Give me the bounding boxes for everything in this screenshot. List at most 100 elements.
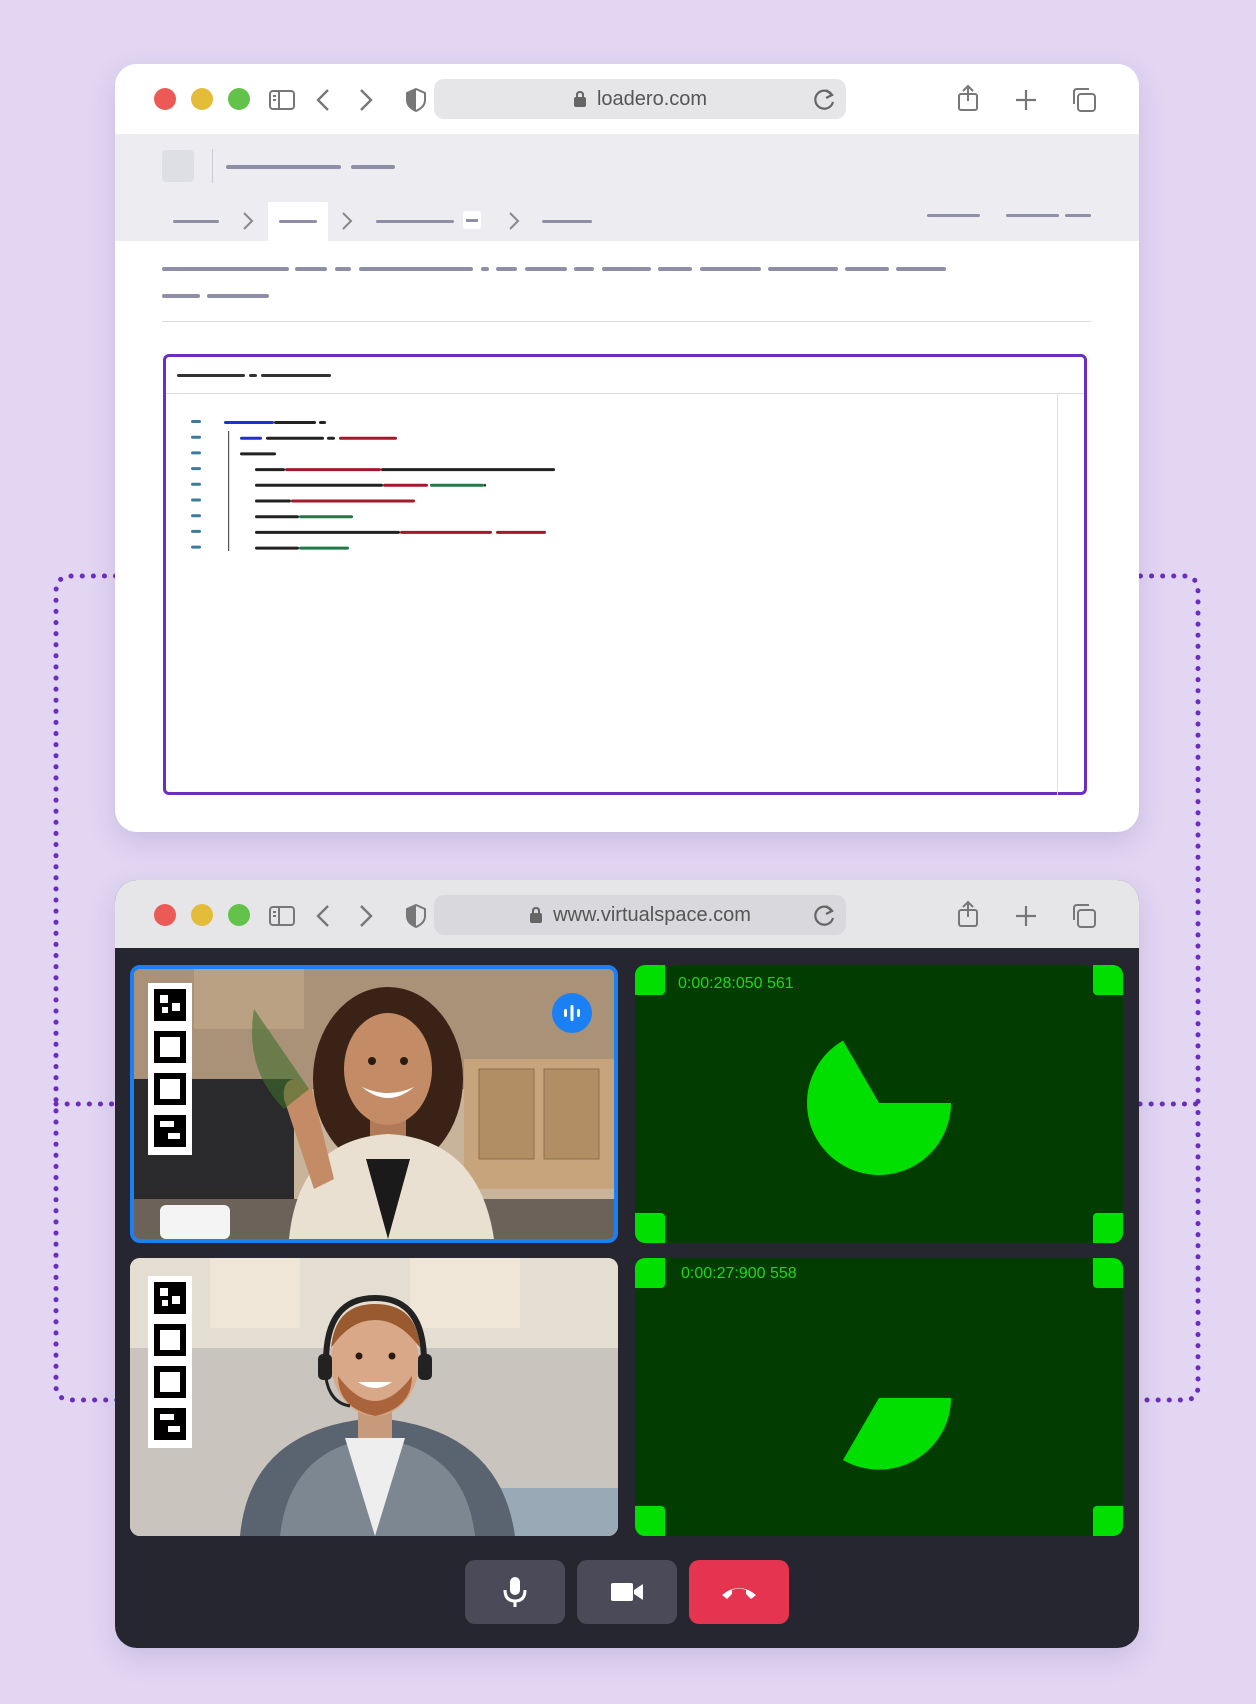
code-token bbox=[224, 421, 274, 424]
editor-scrollbar-divider bbox=[1057, 393, 1058, 795]
lock-icon bbox=[530, 906, 543, 923]
code-token bbox=[255, 546, 299, 550]
line-number bbox=[191, 514, 201, 518]
sidebar-icon[interactable] bbox=[268, 902, 296, 930]
header-link[interactable] bbox=[1065, 214, 1091, 217]
code-token bbox=[299, 515, 353, 519]
minimize-window-button[interactable] bbox=[191, 88, 213, 110]
code-token bbox=[240, 452, 276, 456]
line-number bbox=[191, 420, 201, 423]
close-window-button[interactable] bbox=[154, 88, 176, 110]
timer-tile-1[interactable]: 0:00:28:050 561 bbox=[635, 965, 1123, 1243]
code-token bbox=[255, 499, 291, 503]
section-divider bbox=[162, 321, 1091, 322]
line-number bbox=[191, 451, 201, 455]
close-window-button[interactable] bbox=[154, 904, 176, 926]
code-token bbox=[291, 499, 415, 503]
lock-icon bbox=[573, 90, 586, 107]
code-token bbox=[299, 546, 349, 550]
address-bar[interactable]: www.virtualspace.com bbox=[434, 895, 846, 935]
reload-icon[interactable] bbox=[812, 901, 838, 929]
timer-pie-graphic bbox=[807, 1040, 951, 1175]
line-number bbox=[191, 467, 201, 471]
timer-tile-2[interactable]: 0:00:27:900 558 bbox=[635, 1258, 1123, 1536]
camera-button[interactable] bbox=[577, 1560, 677, 1624]
code-token bbox=[400, 530, 492, 534]
browser-toolbar: www.virtualspace.com bbox=[115, 880, 1139, 948]
minimize-window-button[interactable] bbox=[191, 904, 213, 926]
code-editor[interactable] bbox=[163, 354, 1087, 795]
new-tab-icon[interactable] bbox=[1012, 86, 1040, 114]
qr-tracker-marker bbox=[148, 983, 192, 1155]
breadcrumb-item[interactable] bbox=[376, 220, 454, 223]
header-link[interactable] bbox=[1006, 214, 1059, 217]
participant-video-image bbox=[130, 1258, 618, 1536]
address-bar[interactable]: loadero.com bbox=[434, 79, 846, 119]
line-number bbox=[191, 498, 201, 502]
tabs-overview-icon[interactable] bbox=[1070, 902, 1098, 930]
microphone-button[interactable] bbox=[465, 1560, 565, 1624]
timer-pie-graphic bbox=[843, 1398, 951, 1470]
code-token bbox=[319, 421, 326, 424]
code-token bbox=[285, 468, 381, 472]
chevron-right-icon bbox=[243, 212, 254, 230]
code-token bbox=[255, 483, 383, 487]
new-tab-icon[interactable] bbox=[1012, 902, 1040, 930]
browser-toolbar: loadero.com bbox=[115, 64, 1139, 134]
code-token bbox=[327, 436, 335, 440]
code-token bbox=[381, 468, 555, 472]
url-text: www.virtualspace.com bbox=[553, 903, 751, 926]
breadcrumb-item[interactable] bbox=[279, 220, 317, 223]
line-number bbox=[191, 482, 201, 486]
header-link[interactable] bbox=[927, 214, 980, 217]
virtualspace-browser-window: www.virtualspace.com 0:00:28:050 561 0:0… bbox=[115, 880, 1139, 1648]
share-icon[interactable] bbox=[954, 900, 982, 928]
participant-1-video-tile[interactable] bbox=[130, 965, 618, 1243]
forward-icon[interactable] bbox=[351, 902, 379, 930]
hang-up-button[interactable] bbox=[689, 1560, 789, 1624]
back-icon[interactable] bbox=[310, 86, 338, 114]
loadero-browser-window: loadero.com bbox=[115, 64, 1139, 832]
indent-guide bbox=[228, 431, 230, 551]
camera-icon bbox=[611, 1583, 643, 1601]
code-token bbox=[383, 483, 428, 487]
qr-tracker-marker bbox=[148, 1276, 192, 1448]
breadcrumb-item[interactable] bbox=[173, 220, 219, 223]
back-icon[interactable] bbox=[310, 902, 338, 930]
microphone-icon bbox=[503, 1577, 527, 1607]
code-token bbox=[484, 483, 486, 487]
chevron-right-icon bbox=[509, 212, 520, 230]
app-title-placeholder bbox=[226, 165, 341, 169]
code-token bbox=[496, 530, 546, 534]
code-token bbox=[266, 436, 324, 440]
sidebar-icon[interactable] bbox=[268, 86, 296, 114]
code-token bbox=[274, 421, 316, 424]
privacy-shield-icon[interactable] bbox=[402, 86, 430, 114]
participant-2-video-tile[interactable] bbox=[130, 1258, 618, 1536]
forward-icon[interactable] bbox=[351, 86, 379, 114]
code-token bbox=[255, 515, 299, 519]
line-number bbox=[191, 545, 201, 549]
reload-icon[interactable] bbox=[812, 85, 838, 113]
hang-up-icon bbox=[722, 1588, 756, 1599]
code-token bbox=[255, 530, 400, 534]
participant-video-image bbox=[134, 969, 614, 1239]
tabs-overview-icon[interactable] bbox=[1070, 86, 1098, 114]
maximize-window-button[interactable] bbox=[228, 88, 250, 110]
privacy-shield-icon[interactable] bbox=[402, 902, 430, 930]
breadcrumb-item[interactable] bbox=[542, 220, 592, 223]
share-icon[interactable] bbox=[954, 84, 982, 112]
code-token bbox=[255, 468, 285, 472]
speaking-indicator-icon bbox=[552, 993, 592, 1033]
line-number bbox=[191, 435, 201, 439]
line-number bbox=[191, 529, 201, 533]
logo-placeholder bbox=[162, 150, 194, 182]
code-lines bbox=[191, 420, 555, 551]
maximize-window-button[interactable] bbox=[228, 904, 250, 926]
code-token bbox=[430, 483, 484, 487]
code-token bbox=[240, 436, 262, 440]
breadcrumb-badge bbox=[463, 211, 481, 229]
url-text: loadero.com bbox=[596, 87, 708, 110]
code-token bbox=[339, 436, 397, 440]
header-divider bbox=[212, 149, 213, 183]
